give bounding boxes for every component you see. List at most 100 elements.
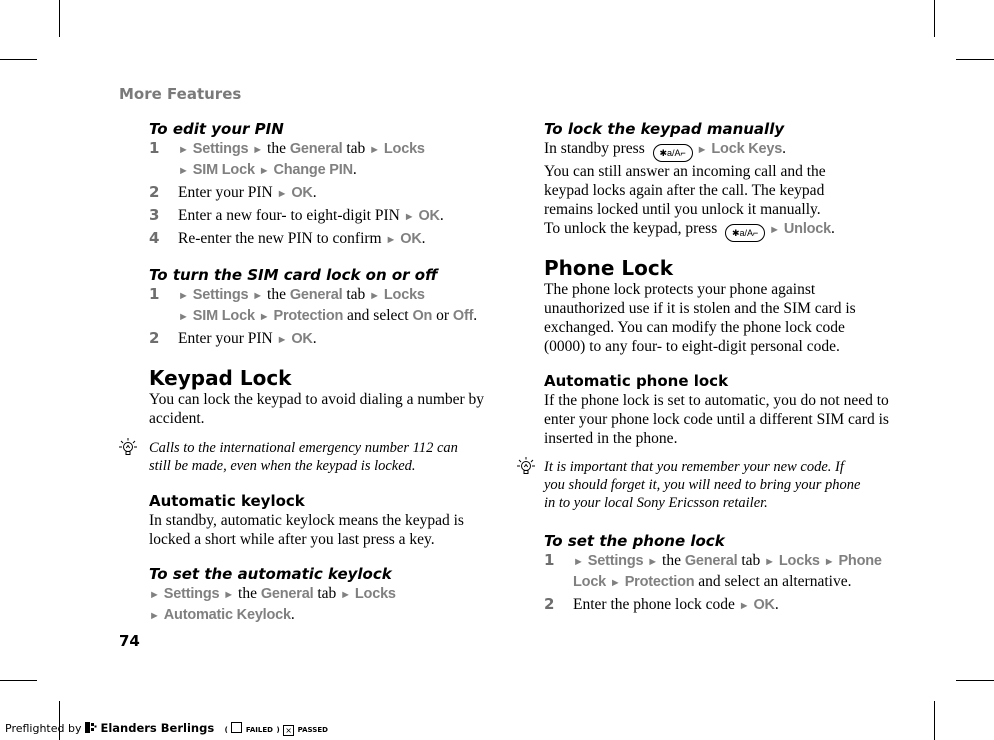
menu-general: General (684, 553, 738, 569)
menu-protection: Protection (273, 308, 344, 324)
sim-lock-heading: To turn the SIM card lock on or off (149, 266, 438, 284)
arrow-icon: ► (696, 144, 708, 156)
right-column: To lock the keypad manually In standby p… (517, 120, 894, 616)
lightbulb-icon (517, 457, 535, 474)
set-auto-keylock-path: ► Settings ► the General tab ► Locks ► A… (149, 585, 396, 623)
menu-locks: Locks (383, 287, 425, 303)
menu-settings: Settings (587, 553, 644, 569)
menu-automatic-keylock: Automatic Keylock (163, 607, 291, 623)
arrow-icon: ► (149, 610, 160, 622)
text: In standby press (544, 140, 645, 157)
set-phone-lock-heading: To set the phone lock (544, 532, 725, 550)
arrow-icon: ► (252, 290, 264, 302)
tip-text: It is important that you remember your n… (544, 459, 861, 511)
auto-phone-lock-body: If the phone lock is set to automatic, y… (544, 392, 889, 447)
step-number: 1 (149, 139, 160, 157)
arrow-icon: ► (403, 211, 415, 223)
text: the (238, 585, 257, 602)
step-number: 2 (149, 183, 160, 201)
crop-mark (934, 0, 935, 37)
menu-change-pin: Change PIN (273, 162, 353, 178)
step-text: Enter a new four- to eight-digit PIN (178, 207, 400, 224)
arrow-icon: ► (178, 144, 189, 156)
lightbulb-icon (119, 438, 137, 455)
step-number: 2 (149, 329, 160, 347)
menu-ok: OK (753, 597, 775, 613)
text: tab (317, 585, 337, 602)
menu-ok: OK (418, 208, 440, 224)
arrow-icon: ► (149, 589, 160, 601)
arrow-icon: ► (276, 334, 288, 346)
edit-pin-heading: To edit your PIN (149, 120, 284, 138)
text: and select an alternative. (698, 573, 852, 590)
brand-name: Elanders Berlings (100, 721, 215, 735)
menu-sim-lock: SIM Lock (192, 162, 255, 178)
menu-general: General (260, 586, 314, 602)
arrow-icon: ► (573, 556, 584, 568)
sim-lock-step-2: 2 Enter your PIN ► OK. (149, 329, 317, 347)
keypad-lock-heading: Keypad Lock (149, 366, 292, 390)
arrow-icon: ► (764, 556, 776, 568)
preflight-label: Preflighted by (5, 722, 82, 735)
running-title: More Features (119, 85, 242, 103)
step-text: Enter your PIN (178, 184, 273, 201)
arrow-icon: ► (276, 188, 288, 200)
menu-locks: Locks (383, 141, 425, 157)
crop-mark (956, 680, 994, 681)
tip-text: Calls to the international emergency num… (149, 440, 458, 474)
arrow-icon: ► (258, 311, 270, 323)
option-on: On (412, 308, 433, 324)
arrow-icon: ► (369, 144, 381, 156)
step-text: Enter the phone lock code (573, 596, 735, 613)
automatic-keylock-body: In standby, automatic keylock means the … (149, 512, 464, 548)
crop-mark (934, 701, 935, 740)
keypad-lock-body: You can lock the keypad to avoid dialing… (149, 391, 485, 427)
menu-sim-lock: SIM Lock (192, 308, 255, 324)
text: tab (346, 286, 366, 303)
text: tab (346, 140, 366, 157)
arrow-icon: ► (252, 144, 264, 156)
arrow-icon: ► (823, 556, 835, 568)
text: To unlock the keypad, press (544, 220, 718, 237)
step-number: 1 (544, 551, 555, 569)
crop-mark (0, 59, 37, 60)
step-number: 3 (149, 206, 160, 224)
star-key-icon: ✱a/A⌐ (652, 144, 693, 162)
passed-label: PASSED (297, 726, 328, 734)
menu-protection: Protection (624, 574, 695, 590)
menu-ok: OK (291, 185, 313, 201)
arrow-icon: ► (609, 577, 621, 589)
arrow-icon: ► (647, 556, 659, 568)
phone-lock-heading: Phone Lock (544, 256, 674, 280)
menu-unlock: Unlock (783, 221, 832, 237)
tip-remember-code: It is important that you remember your n… (517, 457, 864, 512)
menu-locks: Locks (354, 586, 396, 602)
phone-lock-body: The phone lock protects your phone again… (544, 281, 856, 355)
step-number: 1 (149, 285, 160, 303)
arrow-icon: ► (178, 311, 189, 323)
text: the (267, 286, 286, 303)
lock-manual-body: You can still answer an incoming call an… (544, 163, 826, 218)
arrow-icon: ► (178, 165, 189, 177)
set-phone-lock-step-2: 2 Enter the phone lock code ► OK. (544, 595, 779, 613)
crop-mark (59, 0, 60, 37)
tip-emergency: Calls to the international emergency num… (119, 438, 469, 475)
sim-lock-step-1: 1 ► Settings ► the General tab ► Locks ►… (149, 285, 478, 324)
step-number: 4 (149, 229, 160, 247)
arrow-icon: ► (258, 165, 270, 177)
step-number: 2 (544, 595, 555, 613)
preflight-stamp: Preflighted by Elanders Berlings ( FAILE… (5, 721, 328, 736)
elanders-logo-icon (84, 722, 97, 733)
passed-checkbox-checked: × (283, 725, 295, 736)
arrow-icon: ► (769, 224, 781, 236)
option-off: Off (452, 308, 474, 324)
text: the (267, 140, 286, 157)
crop-mark (956, 59, 994, 60)
menu-settings: Settings (192, 287, 249, 303)
text: or (436, 307, 450, 324)
edit-pin-step-4: 4 Re-enter the new PIN to confirm ► OK. (149, 229, 426, 247)
text: and select (347, 307, 409, 324)
step-text: Enter your PIN (178, 330, 273, 347)
menu-locks: Locks (778, 553, 820, 569)
auto-phone-lock-heading: Automatic phone lock (544, 372, 729, 390)
